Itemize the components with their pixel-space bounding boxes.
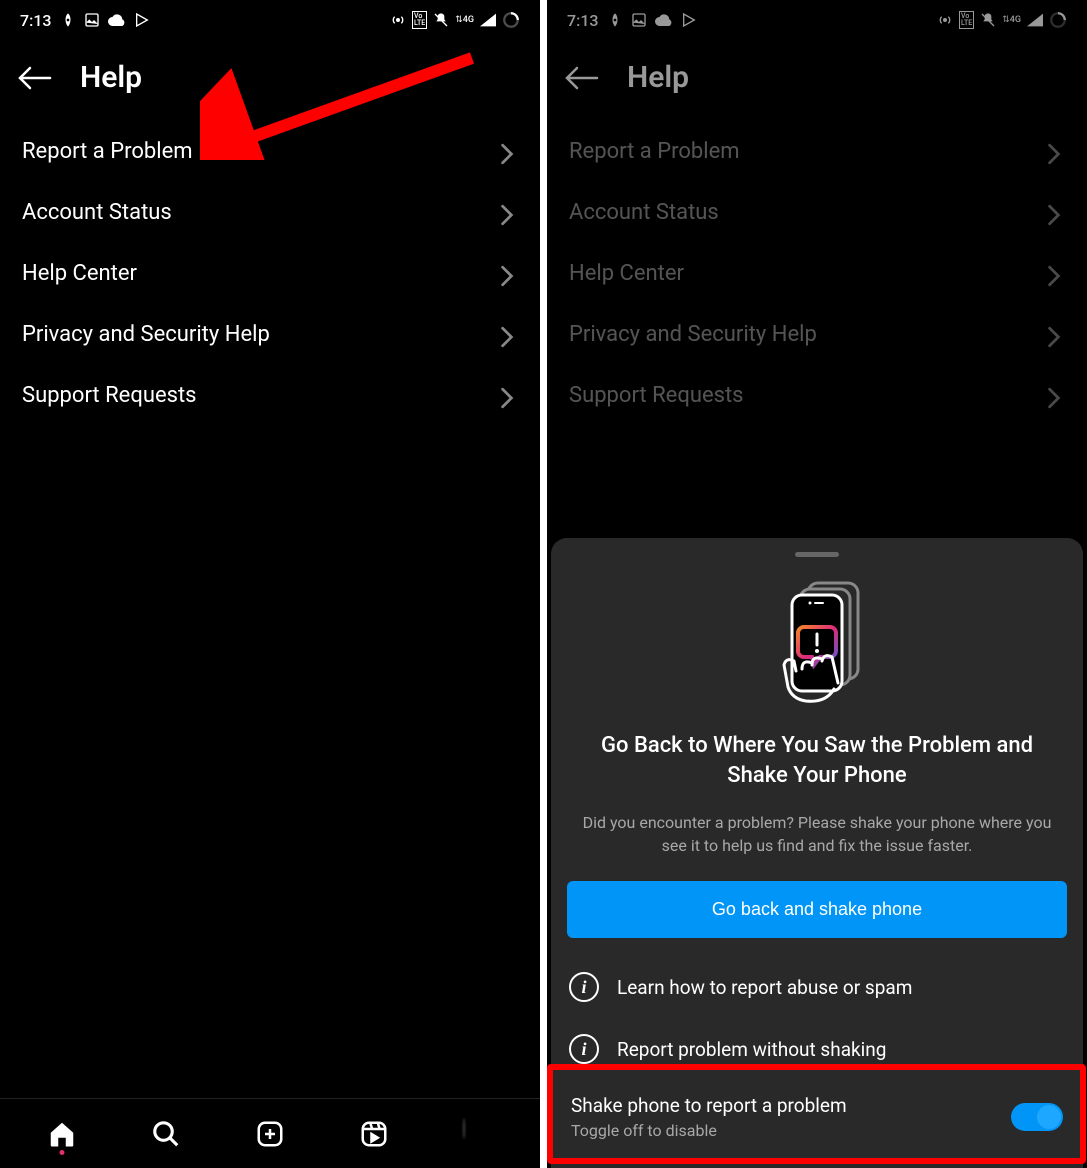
page-title: Help (80, 60, 142, 95)
back-arrow-icon[interactable] (565, 66, 599, 90)
toggle-sublabel: Toggle off to disable (571, 1121, 847, 1140)
menu-item-privacy-security[interactable]: Privacy and Security Help (567, 304, 1067, 365)
menu-label: Support Requests (569, 383, 744, 408)
menu-label: Support Requests (22, 383, 197, 408)
chevron-right-icon (500, 265, 518, 283)
menu-label: Privacy and Security Help (569, 322, 817, 347)
carrier-icon (607, 12, 623, 28)
nav-reels-icon[interactable] (359, 1119, 389, 1149)
go-back-shake-button[interactable]: Go back and shake phone (567, 881, 1067, 938)
chevron-right-icon (1047, 265, 1065, 283)
info-icon: i (569, 972, 599, 1002)
menu-label: Account Status (22, 200, 172, 225)
play-store-icon (134, 12, 150, 28)
mute-icon (433, 12, 449, 28)
network-icon: ⇅4G (455, 15, 474, 25)
drag-handle[interactable] (795, 552, 839, 557)
mute-icon (980, 12, 996, 28)
play-store-icon (681, 12, 697, 28)
volte-icon: VoLTE (412, 11, 427, 29)
volte-icon: VoLTE (959, 11, 974, 29)
menu-item-support-requests[interactable]: Support Requests (567, 365, 1067, 426)
menu-item-support-requests[interactable]: Support Requests (20, 365, 520, 426)
loading-icon (1049, 11, 1067, 29)
shake-toggle-block: Shake phone to report a problem Toggle o… (567, 1080, 1067, 1150)
app-header: Help (547, 40, 1087, 121)
nav-search-icon[interactable] (151, 1119, 181, 1149)
menu-label: Help Center (569, 261, 684, 286)
status-time: 7:13 (567, 11, 599, 30)
menu-list: Report a Problem Account Status Help Cen… (547, 121, 1087, 426)
back-arrow-icon[interactable] (18, 66, 52, 90)
row-label: Learn how to report abuse or spam (617, 976, 912, 999)
menu-item-privacy-security[interactable]: Privacy and Security Help (20, 304, 520, 365)
status-bar: 7:13 VoLTE ⇅4G (547, 0, 1087, 40)
page-title: Help (627, 60, 689, 95)
shake-phone-illustration-icon (567, 577, 1067, 707)
screenshot-left: 7:13 VoLTE ⇅4G (0, 0, 540, 1168)
hotspot-icon (937, 12, 953, 28)
chevron-right-icon (1047, 326, 1065, 344)
row-label: Report problem without shaking (617, 1038, 886, 1061)
status-bar: 7:13 VoLTE ⇅4G (0, 0, 540, 40)
toggle-label: Shake phone to report a problem (571, 1094, 847, 1117)
signal-icon (1027, 13, 1043, 27)
sheet-description: Did you encounter a problem? Please shak… (567, 812, 1067, 857)
gallery-icon (631, 12, 647, 28)
cloud-icon (108, 13, 126, 27)
menu-label: Report a Problem (569, 139, 740, 164)
menu-label: Account Status (569, 200, 719, 225)
nav-home-icon[interactable] (47, 1119, 77, 1149)
learn-report-abuse-row[interactable]: i Learn how to report abuse or spam (567, 956, 1067, 1018)
bottom-nav (0, 1098, 540, 1168)
network-icon: ⇅4G (1002, 15, 1021, 25)
sheet-title: Go Back to Where You Saw the Problem and… (567, 731, 1067, 793)
menu-item-account-status[interactable]: Account Status (20, 182, 520, 243)
chevron-right-icon (1047, 143, 1065, 161)
hotspot-icon (390, 12, 406, 28)
bottom-sheet: Go Back to Where You Saw the Problem and… (551, 538, 1083, 1168)
shake-toggle-switch[interactable] (1011, 1103, 1063, 1131)
carrier-icon (60, 12, 76, 28)
status-time: 7:13 (20, 11, 52, 30)
menu-list: Report a Problem Account Status Help Cen… (0, 121, 540, 426)
cloud-icon (655, 13, 673, 27)
loading-icon (502, 11, 520, 29)
screenshot-right: 7:13 VoLTE ⇅4G Help Report a Problem Acc… (547, 0, 1087, 1168)
gallery-icon (84, 12, 100, 28)
menu-item-account-status[interactable]: Account Status (567, 182, 1067, 243)
signal-icon (480, 13, 496, 27)
menu-item-help-center[interactable]: Help Center (20, 243, 520, 304)
info-icon: i (569, 1034, 599, 1064)
report-without-shaking-row[interactable]: i Report problem without shaking (567, 1018, 1067, 1080)
chevron-right-icon (500, 326, 518, 344)
chevron-right-icon (500, 387, 518, 405)
menu-label: Report a Problem (22, 139, 193, 164)
app-header: Help (0, 40, 540, 121)
menu-item-report-problem[interactable]: Report a Problem (20, 121, 520, 182)
chevron-right-icon (1047, 204, 1065, 222)
chevron-right-icon (500, 204, 518, 222)
nav-profile-avatar[interactable] (463, 1119, 493, 1149)
menu-item-help-center[interactable]: Help Center (567, 243, 1067, 304)
menu-label: Help Center (22, 261, 137, 286)
menu-item-report-problem[interactable]: Report a Problem (567, 121, 1067, 182)
nav-create-icon[interactable] (255, 1119, 285, 1149)
chevron-right-icon (1047, 387, 1065, 405)
chevron-right-icon (500, 143, 518, 161)
menu-label: Privacy and Security Help (22, 322, 270, 347)
